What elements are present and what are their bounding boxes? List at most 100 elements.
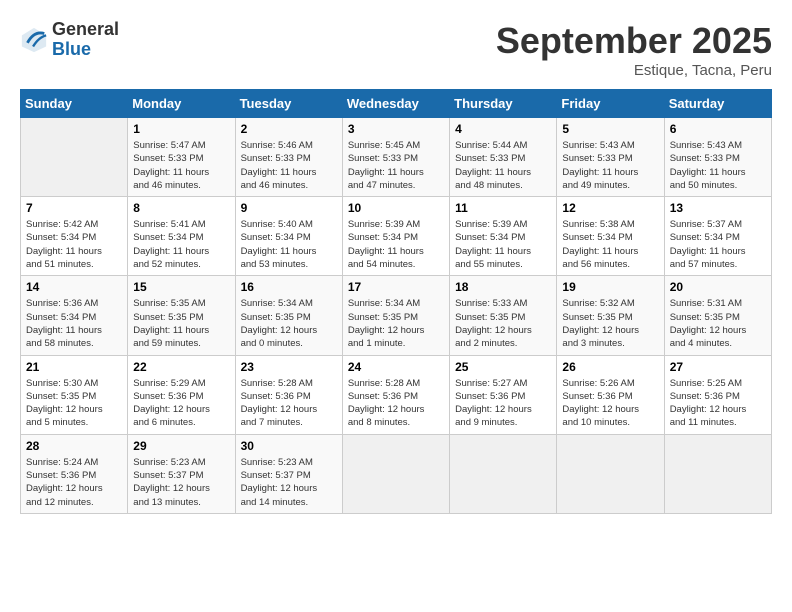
calendar-cell: 8 Sunrise: 5:41 AM Sunset: 5:34 PM Daylig… [128, 197, 235, 276]
day-number: 1 [133, 122, 229, 136]
location-text: Estique, Tacna, Peru [496, 62, 772, 79]
day-info: Sunrise: 5:30 AM Sunset: 5:35 PM Dayligh… [26, 377, 122, 430]
day-info: Sunrise: 5:24 AM Sunset: 5:36 PM Dayligh… [26, 456, 122, 509]
calendar-cell: 13Sunrise: 5:37 AM Sunset: 5:34 PM Dayli… [664, 197, 771, 276]
day-info: Sunrise: 5:46 AM Sunset: 5:33 PM Dayligh… [241, 139, 337, 192]
calendar-cell: 16 Sunrise: 5:34 AM Sunset: 5:35 PM Dayli… [235, 276, 342, 355]
day-number: 8 [133, 201, 229, 215]
calendar-cell: 7 Sunrise: 5:42 AM Sunset: 5:34 PM Daylig… [21, 197, 128, 276]
calendar-cell: 25 Sunrise: 5:27 AM Sunset: 5:36 PM Dayli… [450, 355, 557, 434]
logo-text: General Blue [52, 20, 119, 60]
day-info: Sunrise: 5:34 AM Sunset: 5:35 PM Dayligh… [348, 297, 444, 350]
calendar-cell: 23 Sunrise: 5:28 AM Sunset: 5:36 PM Dayli… [235, 355, 342, 434]
calendar-cell: 6 Sunrise: 5:43 AM Sunset: 5:33 PM Daylig… [664, 118, 771, 197]
day-info: Sunrise: 5:28 AM Sunset: 5:36 PM Dayligh… [241, 377, 337, 430]
day-number: 18 [455, 280, 551, 294]
day-number: 3 [348, 122, 444, 136]
day-info: Sunrise: 5:45 AM Sunset: 5:33 PM Dayligh… [348, 139, 444, 192]
day-info: Sunrise: 5:28 AM Sunset: 5:36 PM Dayligh… [348, 377, 444, 430]
calendar-cell: 10Sunrise: 5:39 AM Sunset: 5:34 PM Dayli… [342, 197, 449, 276]
calendar-cell: 15 Sunrise: 5:35 AM Sunset: 5:35 PM Dayli… [128, 276, 235, 355]
day-info: Sunrise: 5:26 AM Sunset: 5:36 PM Dayligh… [562, 377, 658, 430]
week-row-3: 14 Sunrise: 5:36 AM Sunset: 5:34 PM Dayli… [21, 276, 772, 355]
calendar-cell: 2Sunrise: 5:46 AM Sunset: 5:33 PM Daylig… [235, 118, 342, 197]
day-info: Sunrise: 5:31 AM Sunset: 5:35 PM Dayligh… [670, 297, 766, 350]
calendar-cell: 24 Sunrise: 5:28 AM Sunset: 5:36 PM Dayli… [342, 355, 449, 434]
day-info: Sunrise: 5:27 AM Sunset: 5:36 PM Dayligh… [455, 377, 551, 430]
day-info: Sunrise: 5:39 AM Sunset: 5:34 PM Dayligh… [348, 218, 444, 271]
calendar-cell: 14 Sunrise: 5:36 AM Sunset: 5:34 PM Dayli… [21, 276, 128, 355]
header-day-saturday: Saturday [664, 90, 771, 118]
week-row-5: 28 Sunrise: 5:24 AM Sunset: 5:36 PM Dayli… [21, 434, 772, 513]
calendar-cell [450, 434, 557, 513]
day-number: 27 [670, 360, 766, 374]
calendar-cell: 18 Sunrise: 5:33 AM Sunset: 5:35 PM Dayli… [450, 276, 557, 355]
calendar-cell: 30Sunrise: 5:23 AM Sunset: 5:37 PM Dayli… [235, 434, 342, 513]
day-number: 6 [670, 122, 766, 136]
calendar-cell: 20Sunrise: 5:31 AM Sunset: 5:35 PM Dayli… [664, 276, 771, 355]
calendar-cell: 9 Sunrise: 5:40 AM Sunset: 5:34 PM Daylig… [235, 197, 342, 276]
week-row-4: 21Sunrise: 5:30 AM Sunset: 5:35 PM Dayli… [21, 355, 772, 434]
logo-icon [20, 26, 48, 54]
day-info: Sunrise: 5:41 AM Sunset: 5:34 PM Dayligh… [133, 218, 229, 271]
calendar-cell: 11 Sunrise: 5:39 AM Sunset: 5:34 PM Dayli… [450, 197, 557, 276]
day-info: Sunrise: 5:35 AM Sunset: 5:35 PM Dayligh… [133, 297, 229, 350]
day-number: 24 [348, 360, 444, 374]
day-info: Sunrise: 5:39 AM Sunset: 5:34 PM Dayligh… [455, 218, 551, 271]
calendar-cell [21, 118, 128, 197]
day-info: Sunrise: 5:42 AM Sunset: 5:34 PM Dayligh… [26, 218, 122, 271]
day-info: Sunrise: 5:23 AM Sunset: 5:37 PM Dayligh… [133, 456, 229, 509]
day-number: 11 [455, 201, 551, 215]
day-info: Sunrise: 5:33 AM Sunset: 5:35 PM Dayligh… [455, 297, 551, 350]
calendar-cell [342, 434, 449, 513]
calendar-cell: 3 Sunrise: 5:45 AM Sunset: 5:33 PM Daylig… [342, 118, 449, 197]
day-info: Sunrise: 5:34 AM Sunset: 5:35 PM Dayligh… [241, 297, 337, 350]
day-number: 23 [241, 360, 337, 374]
calendar-cell: 26 Sunrise: 5:26 AM Sunset: 5:36 PM Dayli… [557, 355, 664, 434]
day-number: 9 [241, 201, 337, 215]
day-info: Sunrise: 5:32 AM Sunset: 5:35 PM Dayligh… [562, 297, 658, 350]
day-info: Sunrise: 5:29 AM Sunset: 5:36 PM Dayligh… [133, 377, 229, 430]
header-day-thursday: Thursday [450, 90, 557, 118]
day-number: 16 [241, 280, 337, 294]
header-day-sunday: Sunday [21, 90, 128, 118]
calendar-cell [664, 434, 771, 513]
day-number: 29 [133, 439, 229, 453]
day-info: Sunrise: 5:36 AM Sunset: 5:34 PM Dayligh… [26, 297, 122, 350]
day-number: 25 [455, 360, 551, 374]
day-number: 12 [562, 201, 658, 215]
calendar-cell [557, 434, 664, 513]
day-info: Sunrise: 5:44 AM Sunset: 5:33 PM Dayligh… [455, 139, 551, 192]
day-number: 14 [26, 280, 122, 294]
logo-blue-text: Blue [52, 40, 119, 60]
header-row: SundayMondayTuesdayWednesdayThursdayFrid… [21, 90, 772, 118]
calendar-cell: 19 Sunrise: 5:32 AM Sunset: 5:35 PM Dayli… [557, 276, 664, 355]
calendar-cell: 17 Sunrise: 5:34 AM Sunset: 5:35 PM Dayli… [342, 276, 449, 355]
day-number: 4 [455, 122, 551, 136]
day-info: Sunrise: 5:43 AM Sunset: 5:33 PM Dayligh… [562, 139, 658, 192]
calendar-cell: 28 Sunrise: 5:24 AM Sunset: 5:36 PM Dayli… [21, 434, 128, 513]
day-number: 26 [562, 360, 658, 374]
day-number: 22 [133, 360, 229, 374]
page-header: General Blue September 2025 Estique, Tac… [20, 20, 772, 79]
day-number: 15 [133, 280, 229, 294]
calendar-cell: 5 Sunrise: 5:43 AM Sunset: 5:33 PM Daylig… [557, 118, 664, 197]
day-number: 13 [670, 201, 766, 215]
day-info: Sunrise: 5:40 AM Sunset: 5:34 PM Dayligh… [241, 218, 337, 271]
calendar-cell: 27 Sunrise: 5:25 AM Sunset: 5:36 PM Dayli… [664, 355, 771, 434]
header-day-monday: Monday [128, 90, 235, 118]
day-number: 30 [241, 439, 337, 453]
day-info: Sunrise: 5:43 AM Sunset: 5:33 PM Dayligh… [670, 139, 766, 192]
title-block: September 2025 Estique, Tacna, Peru [496, 20, 772, 79]
day-number: 19 [562, 280, 658, 294]
day-info: Sunrise: 5:38 AM Sunset: 5:34 PM Dayligh… [562, 218, 658, 271]
day-number: 7 [26, 201, 122, 215]
logo: General Blue [20, 20, 119, 60]
week-row-1: 1Sunrise: 5:47 AM Sunset: 5:33 PM Daylig… [21, 118, 772, 197]
calendar-body: 1Sunrise: 5:47 AM Sunset: 5:33 PM Daylig… [21, 118, 772, 514]
header-day-wednesday: Wednesday [342, 90, 449, 118]
day-number: 28 [26, 439, 122, 453]
day-number: 17 [348, 280, 444, 294]
day-number: 5 [562, 122, 658, 136]
day-info: Sunrise: 5:25 AM Sunset: 5:36 PM Dayligh… [670, 377, 766, 430]
